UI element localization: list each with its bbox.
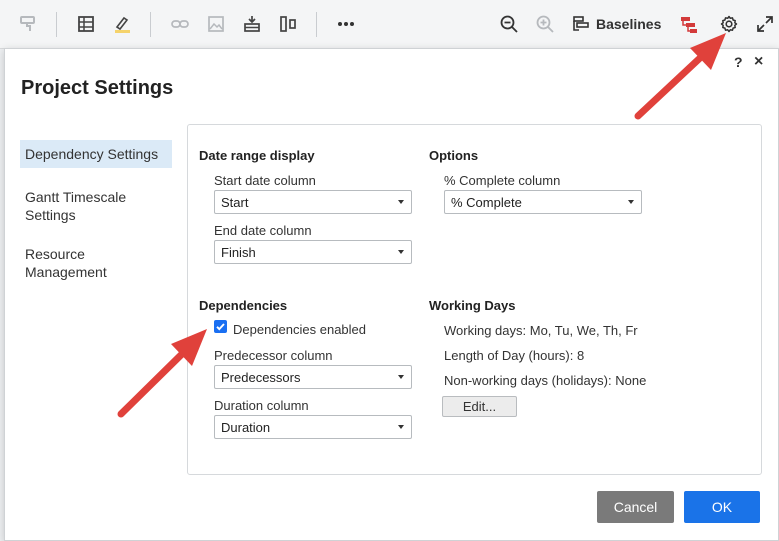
arrow-to-checkbox (117, 329, 207, 418)
arrow-to-settings (634, 33, 726, 120)
annotation-arrows (117, 33, 726, 418)
